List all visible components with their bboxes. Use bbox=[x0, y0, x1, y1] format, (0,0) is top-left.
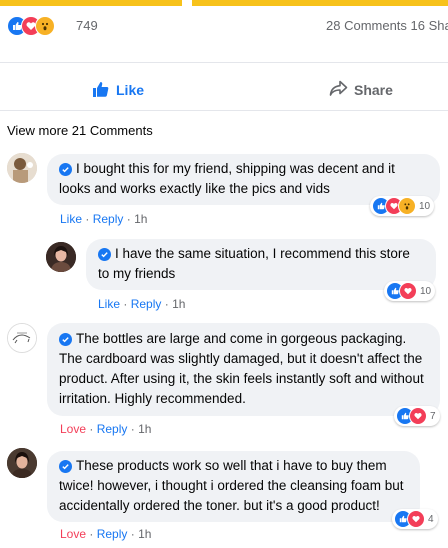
top-accent-bar bbox=[0, 0, 448, 6]
post-action-bar: Like Share bbox=[0, 70, 448, 110]
reaction-summary-row: 749 28 Comments 16 Sha bbox=[0, 14, 448, 40]
verified-badge-icon bbox=[59, 333, 72, 346]
divider bbox=[0, 110, 448, 111]
verified-badge-icon bbox=[98, 248, 111, 261]
comment-meta: Love · Reply · 1h bbox=[60, 527, 152, 541]
share-arrow-icon bbox=[329, 80, 348, 100]
comment-bubble: The bottles are large and come in gorgeo… bbox=[47, 323, 440, 416]
share-button[interactable]: Share bbox=[329, 70, 393, 110]
wow-icon bbox=[398, 197, 416, 215]
like-button[interactable]: Like bbox=[92, 70, 144, 110]
comment-reaction-count: 10 bbox=[420, 285, 432, 297]
comment-like-link[interactable]: Like bbox=[98, 297, 120, 311]
comment-bubble: I have the same situation, I recommend t… bbox=[86, 239, 436, 290]
comment-timestamp[interactable]: 1h bbox=[134, 212, 147, 226]
avatar[interactable] bbox=[7, 153, 37, 183]
avatar[interactable] bbox=[46, 242, 76, 272]
like-label: Like bbox=[116, 82, 145, 98]
comment-reaction-count: 7 bbox=[430, 410, 436, 422]
top-accent-segment bbox=[0, 0, 182, 6]
love-icon bbox=[409, 407, 427, 425]
comment-love-link[interactable]: Love bbox=[60, 422, 86, 436]
comment-meta: Like · Reply · 1h bbox=[60, 212, 148, 226]
comment-timestamp[interactable]: 1h bbox=[138, 422, 151, 436]
top-accent-segment bbox=[192, 0, 448, 6]
comment-reaction-badge[interactable]: 4 bbox=[392, 509, 438, 529]
view-more-comments-link[interactable]: View more 21 Comments bbox=[7, 123, 153, 138]
share-label: Share bbox=[354, 82, 393, 98]
thumbs-up-icon bbox=[92, 80, 110, 101]
comment-text: These products work so well that i have … bbox=[59, 458, 404, 513]
comment-reply-link[interactable]: Reply bbox=[93, 212, 124, 226]
comment-text: I bought this for my friend, shipping wa… bbox=[59, 161, 395, 196]
comment-reaction-badge[interactable]: 10 bbox=[384, 281, 436, 301]
love-icon bbox=[407, 510, 425, 528]
comment-timestamp[interactable]: 1h bbox=[172, 297, 185, 311]
comment-text: I have the same situation, I recommend t… bbox=[98, 246, 410, 281]
comment-reply-link[interactable]: Reply bbox=[131, 297, 162, 311]
comment-bubble: These products work so well that i have … bbox=[47, 451, 420, 522]
comments-shares-count[interactable]: 28 Comments 16 Sha bbox=[326, 18, 448, 33]
reaction-count[interactable]: 749 bbox=[76, 18, 98, 33]
comment-like-link[interactable]: Like bbox=[60, 212, 82, 226]
comment-reaction-badge[interactable]: 7 bbox=[394, 406, 440, 426]
comment-reaction-badge[interactable]: 10 bbox=[370, 196, 435, 216]
wow-icon bbox=[35, 16, 55, 36]
comment-meta: Love · Reply · 1h bbox=[60, 422, 152, 436]
comment-reaction-count: 4 bbox=[428, 513, 434, 525]
love-icon bbox=[399, 282, 417, 300]
verified-badge-icon bbox=[59, 460, 72, 473]
comment-meta: Like · Reply · 1h bbox=[98, 297, 186, 311]
comment-reply-link[interactable]: Reply bbox=[97, 422, 128, 436]
verified-badge-icon bbox=[59, 163, 72, 176]
comment-timestamp[interactable]: 1h bbox=[138, 527, 151, 541]
divider bbox=[0, 62, 448, 63]
avatar[interactable] bbox=[7, 323, 37, 353]
avatar[interactable] bbox=[7, 448, 37, 478]
comment-reply-link[interactable]: Reply bbox=[97, 527, 128, 541]
comment-text: The bottles are large and come in gorgeo… bbox=[59, 331, 424, 406]
comment-reaction-count: 10 bbox=[419, 200, 431, 212]
comment-love-link[interactable]: Love bbox=[60, 527, 86, 541]
